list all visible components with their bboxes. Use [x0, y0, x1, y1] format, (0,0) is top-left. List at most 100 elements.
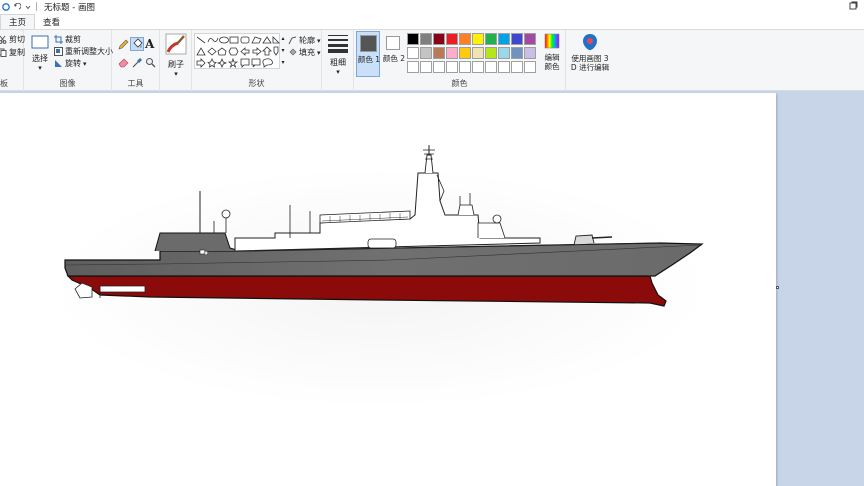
- shapes-group: ▴ ▾ ▾ 轮廓 ▾ 填充 ▾ 形状: [192, 30, 322, 91]
- palette-swatch[interactable]: [511, 61, 523, 73]
- shapes-gallery[interactable]: [194, 33, 280, 69]
- paint3d-icon: [581, 33, 599, 53]
- palette-swatch[interactable]: [524, 47, 536, 59]
- palette-swatch[interactable]: [459, 61, 471, 73]
- palette-swatch[interactable]: [472, 47, 484, 59]
- brushes-button[interactable]: 刷子 ▾: [164, 33, 188, 78]
- palette-swatch[interactable]: [420, 33, 432, 45]
- palette-swatch[interactable]: [485, 47, 497, 59]
- forward-radar: [221, 209, 231, 219]
- clipboard-group: 剪切 复制 板: [0, 30, 25, 91]
- crop-label: 裁剪: [65, 35, 81, 44]
- select-chevron-icon: ▾: [38, 64, 42, 72]
- palette-swatch[interactable]: [472, 33, 484, 45]
- outline-button[interactable]: 轮廓 ▾: [288, 35, 321, 46]
- rotate-label: 旋转: [65, 59, 81, 68]
- select-label: 选择: [32, 54, 48, 63]
- drawing-canvas[interactable]: [0, 93, 776, 486]
- color1-button[interactable]: 颜色 1: [356, 31, 380, 77]
- edit-colors-button[interactable]: 编辑颜色: [540, 33, 564, 71]
- ribbon-tabs: 主页 查看: [0, 14, 864, 29]
- mast-top: [424, 154, 434, 174]
- rotate-chevron-icon: ▾: [83, 59, 87, 68]
- pencil-icon[interactable]: [118, 39, 129, 53]
- palette-swatch[interactable]: [407, 33, 419, 45]
- palette-swatch[interactable]: [524, 61, 536, 73]
- size-chevron-icon: ▾: [336, 68, 340, 76]
- palette-swatch[interactable]: [498, 33, 510, 45]
- palette-swatch[interactable]: [433, 47, 445, 59]
- shapes-gallery-scroll[interactable]: ▴ ▾ ▾: [280, 33, 286, 69]
- size-group: 粗细 ▾: [322, 30, 354, 91]
- fill-button[interactable]: 填充 ▾: [288, 47, 321, 58]
- colors-group: 颜色 1 颜色 2 编辑颜色 颜色: [354, 30, 566, 91]
- select-button[interactable]: 选择 ▾: [28, 35, 52, 72]
- copy-icon: [0, 48, 7, 57]
- color2-label: 颜色 2: [382, 54, 406, 63]
- palette-swatch[interactable]: [407, 47, 419, 59]
- size-button[interactable]: 粗细 ▾: [326, 33, 350, 76]
- resize-button[interactable]: 重新调整大小: [54, 46, 113, 57]
- outline-label: 轮廓: [299, 36, 315, 45]
- palette-swatch[interactable]: [446, 61, 458, 73]
- brush-icon: [165, 33, 187, 57]
- cut-button[interactable]: 剪切: [0, 34, 25, 45]
- tab-view-label: 查看: [43, 17, 61, 28]
- aft-deckhouse: [477, 222, 506, 239]
- save-icon[interactable]: [2, 3, 10, 11]
- eraser-icon[interactable]: [118, 57, 129, 71]
- color2-button[interactable]: 颜色 2: [382, 31, 406, 77]
- tab-home-label: 主页: [9, 18, 27, 28]
- tools-group: A 工具: [112, 30, 160, 91]
- palette-swatch[interactable]: [420, 47, 432, 59]
- resize-icon: [54, 47, 63, 56]
- canvas-resize-handle[interactable]: [776, 286, 779, 289]
- fill-bucket-icon[interactable]: [130, 37, 144, 51]
- palette-swatch[interactable]: [511, 47, 523, 59]
- copy-label: 复制: [9, 48, 25, 57]
- copy-button[interactable]: 复制: [0, 47, 25, 58]
- scissors-icon: [0, 35, 7, 44]
- palette-swatch[interactable]: [524, 33, 536, 45]
- maximize-icon[interactable]: [849, 1, 858, 13]
- chevron-down-icon[interactable]: [24, 3, 32, 11]
- ribbon: 剪切 复制 板 选择 ▾ 裁剪 重新调整大小 旋转 ▾ 图像 A 工具 刷子 ▾…: [0, 29, 864, 91]
- funnel: [457, 204, 475, 216]
- workspace: [0, 91, 864, 486]
- palette-swatch[interactable]: [485, 61, 497, 73]
- quick-access-toolbar: |: [0, 2, 38, 12]
- undo-icon[interactable]: [13, 2, 22, 11]
- radar-dome: [492, 214, 502, 224]
- palette-swatch[interactable]: [446, 47, 458, 59]
- boat-bay: [367, 238, 397, 249]
- color2-swatch: [386, 36, 400, 50]
- color-picker-icon[interactable]: [132, 57, 143, 71]
- paint3d-button[interactable]: 使用画图 3 D 进行编辑: [568, 33, 612, 72]
- crop-icon: [54, 35, 63, 44]
- palette-swatch[interactable]: [433, 33, 445, 45]
- palette-swatch[interactable]: [420, 61, 432, 73]
- palette-swatch[interactable]: [485, 33, 497, 45]
- text-icon[interactable]: A: [145, 37, 154, 51]
- palette-swatch[interactable]: [472, 61, 484, 73]
- color1-label: 颜色 1: [357, 55, 381, 64]
- outline-chevron-icon: ▾: [317, 36, 321, 45]
- gun-barrel: [591, 236, 613, 239]
- palette-swatch[interactable]: [407, 61, 419, 73]
- palette-swatch[interactable]: [498, 61, 510, 73]
- palette-swatch[interactable]: [459, 47, 471, 59]
- palette-swatch[interactable]: [498, 47, 510, 59]
- size-label: 粗细: [330, 58, 346, 67]
- clipboard-group-label: 板: [0, 79, 8, 88]
- magnifier-icon[interactable]: [145, 57, 156, 71]
- rotate-button[interactable]: 旋转 ▾: [54, 58, 87, 69]
- tab-home[interactable]: 主页: [0, 14, 36, 29]
- crop-button[interactable]: 裁剪: [54, 34, 81, 45]
- palette-swatch[interactable]: [433, 61, 445, 73]
- palette-swatch[interactable]: [459, 33, 471, 45]
- destroyer-drawing: [50, 145, 710, 408]
- palette-swatch[interactable]: [511, 33, 523, 45]
- palette-swatch[interactable]: [446, 33, 458, 45]
- outline-icon: [288, 36, 297, 45]
- tab-view[interactable]: 查看: [35, 14, 68, 29]
